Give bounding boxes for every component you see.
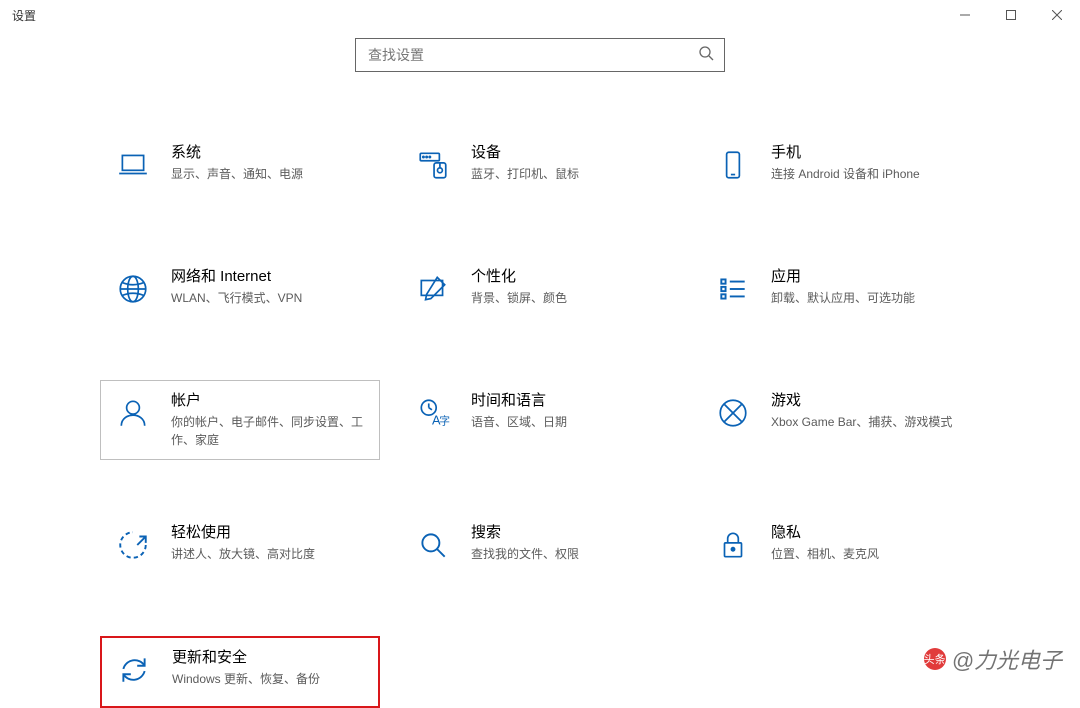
tile-desc: 连接 Android 设备和 iPhone	[771, 165, 967, 183]
search-input[interactable]	[366, 46, 698, 64]
time-language-icon: A字	[413, 393, 453, 433]
tile-title: 手机	[771, 143, 967, 163]
window-title: 设置	[12, 7, 36, 24]
tile-title: 网络和 Internet	[171, 267, 367, 287]
tile-devices[interactable]: 设备 蓝牙、打印机、鼠标	[400, 132, 680, 204]
ease-of-access-icon	[113, 525, 153, 565]
settings-grid: 系统 显示、声音、通知、电源 设备 蓝牙、打印机、鼠标 手机 连接 Androi…	[100, 132, 980, 708]
tile-title: 设备	[471, 143, 667, 163]
globe-icon	[113, 269, 153, 309]
tile-title: 系统	[171, 143, 367, 163]
tile-desc: 你的帐户、电子邮件、同步设置、工作、家庭	[171, 413, 367, 449]
tile-ease-of-access[interactable]: 轻松使用 讲述人、放大镜、高对比度	[100, 512, 380, 584]
tile-desc: 讲述人、放大镜、高对比度	[171, 545, 367, 563]
tile-desc: WLAN、飞行模式、VPN	[171, 289, 367, 307]
close-button[interactable]	[1034, 0, 1080, 30]
tile-desc: 背景、锁屏、颜色	[471, 289, 667, 307]
tile-title: 轻松使用	[171, 523, 367, 543]
tile-title: 游戏	[771, 391, 967, 411]
tile-title: 隐私	[771, 523, 967, 543]
tile-desc: 显示、声音、通知、电源	[171, 165, 367, 183]
maximize-button[interactable]	[988, 0, 1034, 30]
phone-icon	[713, 145, 753, 185]
watermark-text: @力光电子	[952, 643, 1062, 675]
tile-accounts[interactable]: 帐户 你的帐户、电子邮件、同步设置、工作、家庭	[100, 380, 380, 460]
tile-search[interactable]: 搜索 查找我的文件、权限	[400, 512, 680, 584]
lock-icon	[713, 525, 753, 565]
watermark-badge: 头条	[924, 648, 946, 670]
search-box[interactable]	[355, 38, 725, 72]
tile-title: 时间和语言	[471, 391, 667, 411]
tile-desc: 卸载、默认应用、可选功能	[771, 289, 967, 307]
tile-gaming[interactable]: 游戏 Xbox Game Bar、捕获、游戏模式	[700, 380, 980, 460]
sync-icon	[114, 650, 154, 690]
minimize-button[interactable]	[942, 0, 988, 30]
tile-system[interactable]: 系统 显示、声音、通知、电源	[100, 132, 380, 204]
tile-update-security[interactable]: 更新和安全 Windows 更新、恢复、备份	[100, 636, 380, 708]
watermark: 头条 @力光电子	[924, 643, 1062, 675]
devices-icon	[413, 145, 453, 185]
tile-apps[interactable]: 应用 卸载、默认应用、可选功能	[700, 256, 980, 328]
tile-desc: 查找我的文件、权限	[471, 545, 667, 563]
tile-desc: 位置、相机、麦克风	[771, 545, 967, 563]
tile-desc: Xbox Game Bar、捕获、游戏模式	[771, 413, 967, 431]
tile-title: 更新和安全	[172, 648, 366, 668]
tile-desc: 蓝牙、打印机、鼠标	[471, 165, 667, 183]
paint-icon	[413, 269, 453, 309]
tile-privacy[interactable]: 隐私 位置、相机、麦克风	[700, 512, 980, 584]
tile-personalization[interactable]: 个性化 背景、锁屏、颜色	[400, 256, 680, 328]
tile-title: 搜索	[471, 523, 667, 543]
tile-title: 个性化	[471, 267, 667, 287]
xbox-icon	[713, 393, 753, 433]
search-icon	[698, 45, 714, 66]
apps-list-icon	[713, 269, 753, 309]
tile-desc: 语音、区域、日期	[471, 413, 667, 431]
person-icon	[113, 393, 153, 433]
tile-title: 帐户	[171, 391, 367, 411]
svg-text:字: 字	[439, 415, 450, 428]
tile-phone[interactable]: 手机 连接 Android 设备和 iPhone	[700, 132, 980, 204]
tile-time-language[interactable]: A字 时间和语言 语音、区域、日期	[400, 380, 680, 460]
window-controls	[942, 0, 1080, 30]
magnifier-icon	[413, 525, 453, 565]
tile-title: 应用	[771, 267, 967, 287]
tile-desc: Windows 更新、恢复、备份	[172, 670, 366, 688]
laptop-icon	[113, 145, 153, 185]
tile-network[interactable]: 网络和 Internet WLAN、飞行模式、VPN	[100, 256, 380, 328]
